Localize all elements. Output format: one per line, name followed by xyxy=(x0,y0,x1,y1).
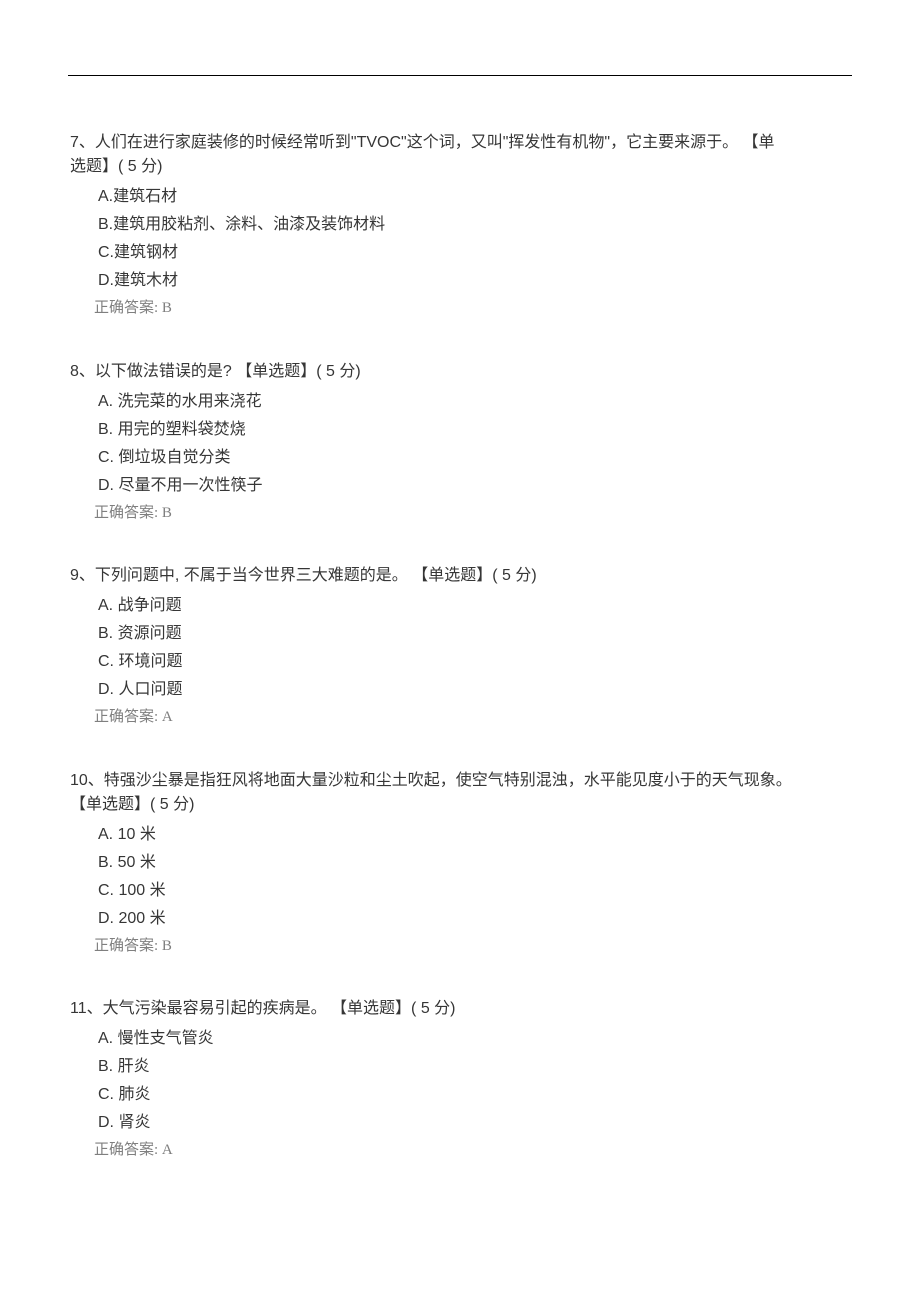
stem-line: 10、特强沙尘暴是指狂风将地面大量沙粒和尘土吹起，使空气特别混浊，水平能见度小于… xyxy=(70,769,850,793)
option-letter: A. xyxy=(98,1030,113,1047)
option-d: D. 尽量不用一次性筷子 xyxy=(70,474,850,498)
correct-answer: 正确答案: B xyxy=(70,935,850,958)
option-text: 环境问题 xyxy=(118,653,182,670)
stem-line: 8、以下做法错误的是? 【单选题】( 5 分) xyxy=(70,360,850,384)
question-stem: 10、特强沙尘暴是指狂风将地面大量沙粒和尘土吹起，使空气特别混浊，水平能见度小于… xyxy=(70,769,850,817)
correct-answer: 正确答案: A xyxy=(70,706,850,729)
option-text: 肺炎 xyxy=(118,1086,150,1103)
option-letter: A. xyxy=(98,393,113,410)
question-stem: 7、人们在进行家庭装修的时候经常听到"TVOC"这个词，又叫"挥发性有机物"，它… xyxy=(70,131,850,179)
question-7: 7、人们在进行家庭装修的时候经常听到"TVOC"这个词，又叫"挥发性有机物"，它… xyxy=(70,131,850,320)
option-letter: B. xyxy=(98,854,113,871)
options-list: A. 10 米 B. 50 米 C. 100 米 D. 200 米 xyxy=(70,823,850,931)
option-text: 建筑用胶粘剂、涂料、油漆及装饰材料 xyxy=(113,216,385,233)
question-stem: 9、下列问题中, 不属于当今世界三大难题的是。 【单选题】( 5 分) xyxy=(70,564,850,588)
option-letter: A. xyxy=(98,826,113,843)
option-b: B. 50 米 xyxy=(70,851,850,875)
option-letter: C. xyxy=(98,1086,114,1103)
option-letter: A. xyxy=(98,597,113,614)
stem-line: 9、下列问题中, 不属于当今世界三大难题的是。 【单选题】( 5 分) xyxy=(70,564,850,588)
option-c: C. 倒垃圾自觉分类 xyxy=(70,446,850,470)
stem-line: 【单选题】( 5 分) xyxy=(70,793,850,817)
option-text: 10 米 xyxy=(118,826,156,843)
option-letter: B. xyxy=(98,216,113,233)
option-a: A. 洗完菜的水用来浇花 xyxy=(70,390,850,414)
option-text: 200 米 xyxy=(118,910,165,927)
question-10: 10、特强沙尘暴是指狂风将地面大量沙粒和尘土吹起，使空气特别混浊，水平能见度小于… xyxy=(70,769,850,958)
correct-answer: 正确答案: B xyxy=(70,502,850,525)
option-text: 100 米 xyxy=(118,882,165,899)
option-a: A. 慢性支气管炎 xyxy=(70,1027,850,1051)
question-9: 9、下列问题中, 不属于当今世界三大难题的是。 【单选题】( 5 分) A. 战… xyxy=(70,564,850,729)
correct-answer: 正确答案: A xyxy=(70,1139,850,1162)
option-d: D. 肾炎 xyxy=(70,1111,850,1135)
option-letter: D. xyxy=(98,681,114,698)
option-b: B. 用完的塑料袋焚烧 xyxy=(70,418,850,442)
stem-line: 选题】( 5 分) xyxy=(70,155,850,179)
option-c: C.建筑钢材 xyxy=(70,241,850,265)
options-list: A.建筑石材 B.建筑用胶粘剂、涂料、油漆及装饰材料 C.建筑钢材 D.建筑木材 xyxy=(70,185,850,293)
option-text: 建筑石材 xyxy=(113,188,177,205)
option-text: 洗完菜的水用来浇花 xyxy=(118,393,262,410)
option-text: 资源问题 xyxy=(118,625,182,642)
option-letter: C. xyxy=(98,882,114,899)
option-text: 建筑木材 xyxy=(114,272,178,289)
option-letter: C. xyxy=(98,449,114,466)
option-b: B. 资源问题 xyxy=(70,622,850,646)
option-d: D. 200 米 xyxy=(70,907,850,931)
option-letter: D. xyxy=(98,910,114,927)
option-letter: C. xyxy=(98,653,114,670)
option-letter: A. xyxy=(98,188,113,205)
option-text: 肝炎 xyxy=(118,1058,150,1075)
stem-line: 7、人们在进行家庭装修的时候经常听到"TVOC"这个词，又叫"挥发性有机物"，它… xyxy=(70,131,850,155)
option-c: C. 100 米 xyxy=(70,879,850,903)
correct-answer: 正确答案: B xyxy=(70,297,850,320)
question-stem: 11、大气污染最容易引起的疾病是。 【单选题】( 5 分) xyxy=(70,997,850,1021)
option-a: A. 10 米 xyxy=(70,823,850,847)
option-b: B. 肝炎 xyxy=(70,1055,850,1079)
option-text: 人口问题 xyxy=(118,681,182,698)
question-stem: 8、以下做法错误的是? 【单选题】( 5 分) xyxy=(70,360,850,384)
page-content: 7、人们在进行家庭装修的时候经常听到"TVOC"这个词，又叫"挥发性有机物"，它… xyxy=(0,0,920,1302)
option-text: 用完的塑料袋焚烧 xyxy=(118,421,246,438)
option-text: 倒垃圾自觉分类 xyxy=(118,449,230,466)
option-letter: C. xyxy=(98,244,114,261)
option-b: B.建筑用胶粘剂、涂料、油漆及装饰材料 xyxy=(70,213,850,237)
option-c: C. 肺炎 xyxy=(70,1083,850,1107)
option-d: D. 人口问题 xyxy=(70,678,850,702)
question-8: 8、以下做法错误的是? 【单选题】( 5 分) A. 洗完菜的水用来浇花 B. … xyxy=(70,360,850,525)
option-text: 尽量不用一次性筷子 xyxy=(118,477,262,494)
question-11: 11、大气污染最容易引起的疾病是。 【单选题】( 5 分) A. 慢性支气管炎 … xyxy=(70,997,850,1162)
option-letter: B. xyxy=(98,625,113,642)
option-text: 50 米 xyxy=(118,854,156,871)
stem-line: 11、大气污染最容易引起的疾病是。 【单选题】( 5 分) xyxy=(70,997,850,1021)
option-letter: D. xyxy=(98,272,114,289)
header-rule xyxy=(68,75,852,76)
option-a: A. 战争问题 xyxy=(70,594,850,618)
option-a: A.建筑石材 xyxy=(70,185,850,209)
options-list: A. 洗完菜的水用来浇花 B. 用完的塑料袋焚烧 C. 倒垃圾自觉分类 D. 尽… xyxy=(70,390,850,498)
option-letter: B. xyxy=(98,421,113,438)
options-list: A. 慢性支气管炎 B. 肝炎 C. 肺炎 D. 肾炎 xyxy=(70,1027,850,1135)
option-letter: D. xyxy=(98,477,114,494)
option-letter: D. xyxy=(98,1114,114,1131)
option-text: 肾炎 xyxy=(118,1114,150,1131)
option-d: D.建筑木材 xyxy=(70,269,850,293)
option-letter: B. xyxy=(98,1058,113,1075)
option-text: 慢性支气管炎 xyxy=(118,1030,214,1047)
option-text: 战争问题 xyxy=(118,597,182,614)
option-text: 建筑钢材 xyxy=(114,244,178,261)
options-list: A. 战争问题 B. 资源问题 C. 环境问题 D. 人口问题 xyxy=(70,594,850,702)
option-c: C. 环境问题 xyxy=(70,650,850,674)
